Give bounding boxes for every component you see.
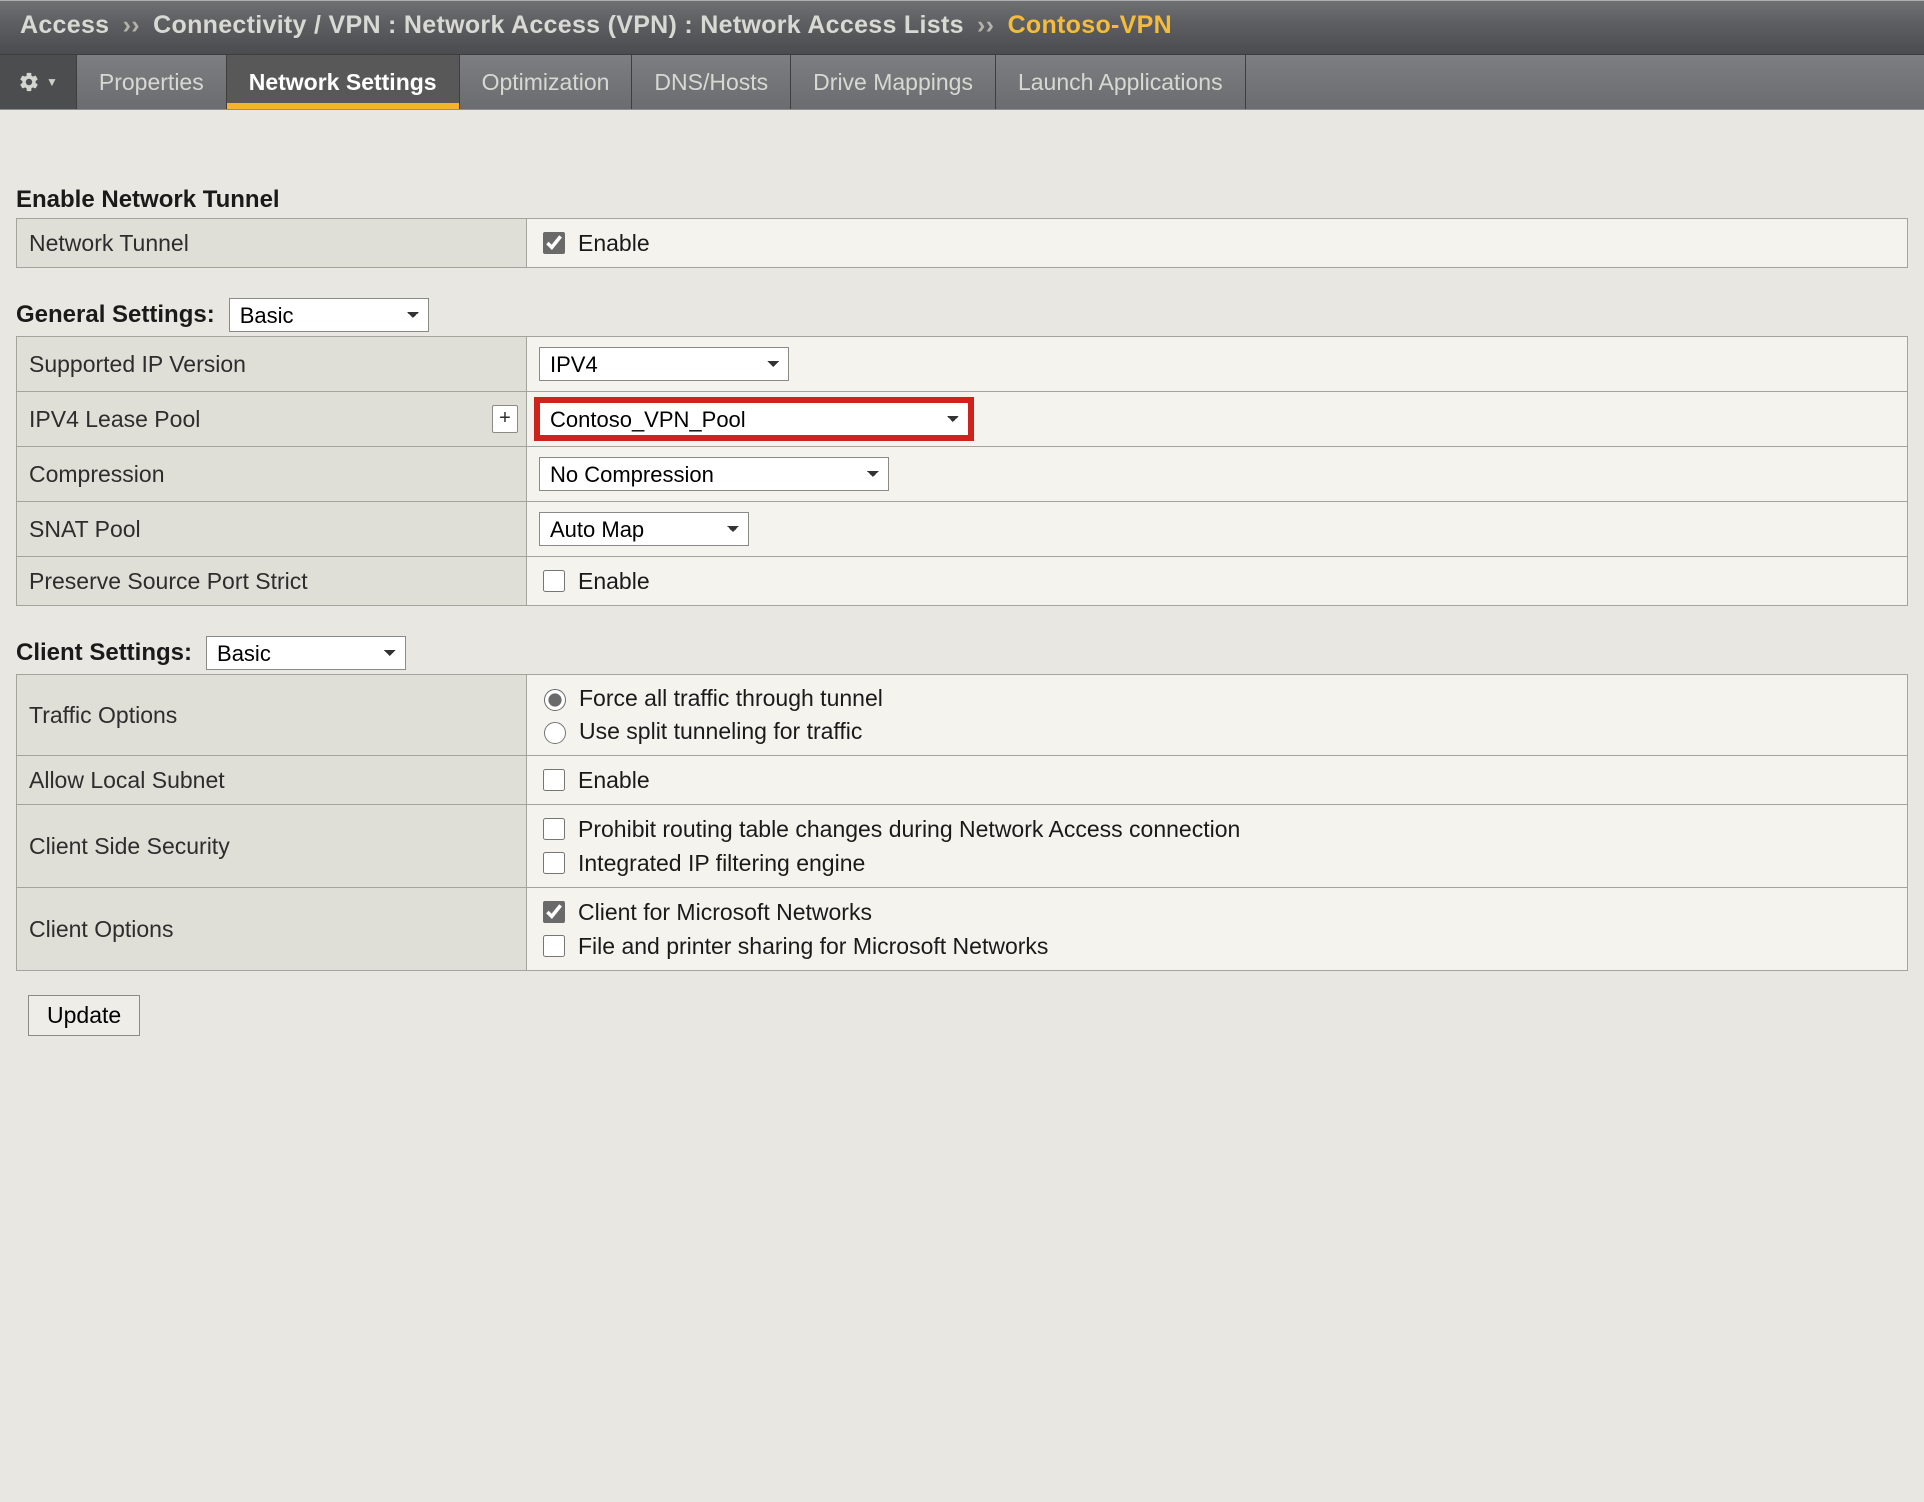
caret-down-icon: ▼: [46, 75, 58, 89]
allow-local-subnet-enable[interactable]: Enable: [539, 766, 1895, 794]
label-preserve-source-port: Preserve Source Port Strict: [17, 557, 527, 606]
breadcrumb: Access ›› Connectivity / VPN : Network A…: [0, 0, 1924, 54]
gear-icon: ▼: [18, 71, 58, 93]
section-title-text: Client Settings:: [16, 639, 192, 667]
tab-drive-mappings[interactable]: Drive Mappings: [791, 55, 996, 109]
section-title-text: General Settings:: [16, 301, 215, 329]
copt-file-print-sharing[interactable]: File and printer sharing for Microsoft N…: [539, 932, 1895, 960]
traffic-option-split-tunnel[interactable]: Use split tunneling for traffic: [539, 718, 1895, 745]
css-prohibit-routing[interactable]: Prohibit routing table changes during Ne…: [539, 815, 1895, 843]
update-button[interactable]: Update: [28, 995, 140, 1036]
section-title-enable-tunnel: Enable Network Tunnel: [16, 186, 1914, 214]
label-traffic-options: Traffic Options: [17, 675, 527, 756]
preserve-source-port-checkbox[interactable]: [543, 570, 565, 592]
tab-label: Properties: [99, 69, 204, 96]
radio-label: Force all traffic through tunnel: [579, 685, 883, 712]
general-level-select[interactable]: Basic: [229, 298, 429, 332]
add-lease-pool-button[interactable]: +: [492, 405, 518, 433]
label-network-tunnel: Network Tunnel: [17, 219, 527, 268]
checkbox-label: Integrated IP filtering engine: [578, 850, 865, 877]
tab-network-settings[interactable]: Network Settings: [227, 55, 460, 109]
checkbox-label: Client for Microsoft Networks: [578, 899, 872, 926]
label-snat-pool: SNAT Pool: [17, 502, 527, 557]
label-client-options: Client Options: [17, 888, 527, 971]
label-ipv4-lease-pool: IPV4 Lease Pool +: [17, 392, 527, 447]
section-title-text: Enable Network Tunnel: [16, 186, 280, 214]
traffic-option-radio[interactable]: [544, 689, 566, 711]
label-compression: Compression: [17, 447, 527, 502]
checkbox-label: Enable: [578, 568, 650, 595]
snat-pool-select[interactable]: Auto Map: [539, 512, 749, 546]
tab-label: Launch Applications: [1018, 69, 1223, 96]
css-ip-filtering[interactable]: Integrated IP filtering engine: [539, 849, 1895, 877]
network-tunnel-checkbox[interactable]: [543, 232, 565, 254]
copt-checkbox[interactable]: [543, 935, 565, 957]
css-checkbox[interactable]: [543, 818, 565, 840]
breadcrumb-sep: ››: [117, 11, 146, 39]
general-settings-table: Supported IP Version IPV4 IPV4 Lease Poo…: [16, 336, 1908, 606]
tab-label: DNS/Hosts: [654, 69, 768, 96]
compression-select[interactable]: No Compression: [539, 457, 889, 491]
tab-strip: ▼ Properties Network Settings Optimizati…: [0, 54, 1924, 110]
label-supported-ip-version: Supported IP Version: [17, 337, 527, 392]
copt-checkbox[interactable]: [543, 901, 565, 923]
breadcrumb-current[interactable]: Contoso-VPN: [1008, 11, 1172, 39]
tab-properties[interactable]: Properties: [77, 55, 227, 109]
checkbox-label: Enable: [578, 767, 650, 794]
radio-label: Use split tunneling for traffic: [579, 718, 862, 745]
tab-dns-hosts[interactable]: DNS/Hosts: [632, 55, 791, 109]
label-client-side-security: Client Side Security: [17, 805, 527, 888]
allow-local-subnet-checkbox[interactable]: [543, 769, 565, 791]
preserve-source-port-enable[interactable]: Enable: [539, 567, 1895, 595]
tab-launch-applications[interactable]: Launch Applications: [996, 55, 1246, 109]
settings-menu-button[interactable]: ▼: [0, 55, 77, 109]
breadcrumb-sep: ››: [971, 11, 1000, 39]
network-tunnel-enable[interactable]: Enable: [539, 229, 1895, 257]
checkbox-label: File and printer sharing for Microsoft N…: [578, 933, 1048, 960]
label-text: IPV4 Lease Pool: [29, 406, 200, 432]
traffic-option-force-all[interactable]: Force all traffic through tunnel: [539, 685, 1895, 712]
tab-optimization[interactable]: Optimization: [460, 55, 633, 109]
section-title-general: General Settings: Basic: [16, 298, 1914, 332]
checkbox-label: Enable: [578, 230, 650, 257]
ipv4-lease-pool-select[interactable]: Contoso_VPN_Pool: [539, 402, 969, 436]
section-title-client: Client Settings: Basic: [16, 636, 1914, 670]
enable-tunnel-table: Network Tunnel Enable: [16, 218, 1908, 268]
tab-label: Network Settings: [249, 69, 437, 96]
checkbox-label: Prohibit routing table changes during Ne…: [578, 816, 1240, 843]
breadcrumb-path[interactable]: Connectivity / VPN : Network Access (VPN…: [153, 11, 964, 39]
traffic-option-radio[interactable]: [544, 722, 566, 744]
breadcrumb-root[interactable]: Access: [20, 11, 109, 39]
label-allow-local-subnet: Allow Local Subnet: [17, 756, 527, 805]
css-checkbox[interactable]: [543, 852, 565, 874]
supported-ip-version-select[interactable]: IPV4: [539, 347, 789, 381]
client-settings-table: Traffic Options Force all traffic throug…: [16, 674, 1908, 971]
tab-label: Drive Mappings: [813, 69, 973, 96]
tab-label: Optimization: [482, 69, 610, 96]
client-level-select[interactable]: Basic: [206, 636, 406, 670]
copt-client-ms-networks[interactable]: Client for Microsoft Networks: [539, 898, 1895, 926]
